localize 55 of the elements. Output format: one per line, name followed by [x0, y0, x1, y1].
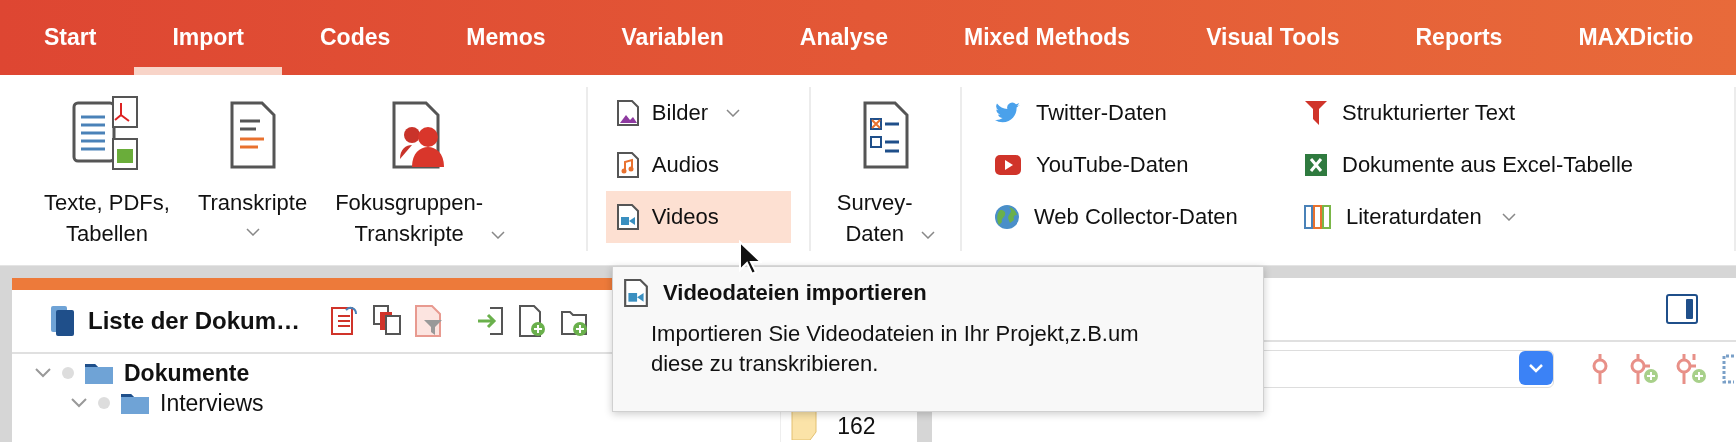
chevron-icon [1528, 363, 1544, 373]
memo-icon [791, 410, 818, 440]
import-source-button[interactable]: Dokumente aus Excel-Tabelle [1294, 139, 1734, 191]
import-source-button[interactable]: Web Collector-Daten [984, 191, 1294, 243]
globe-icon [994, 204, 1020, 230]
import-button[interactable]: Texte, PDFs, Tabellen [40, 87, 174, 251]
folder-icon [120, 391, 150, 415]
spreadsheet-icon [1304, 153, 1328, 177]
survey-button[interactable]: Survey- Daten [832, 87, 939, 251]
tree-item[interactable]: Interviews [34, 388, 781, 418]
menu-tab[interactable]: Analyse [761, 0, 926, 75]
menu-tab[interactable]: Codes [281, 0, 429, 75]
books-icon [1304, 204, 1332, 230]
funnel-icon [1304, 99, 1328, 127]
tooltip-text: Importieren Sie Videodateien in Ihr Projekt,z.B.um diese zu transkribieren. [651, 320, 1140, 378]
panel-toggle-icon[interactable] [1666, 294, 1698, 324]
chevron-icon [920, 231, 935, 239]
menu-tab[interactable]: Import [134, 0, 282, 75]
folder-icon [84, 361, 114, 385]
button-label: Fokusgruppen- Transkripte [335, 189, 484, 248]
filter-document-icon[interactable] [414, 304, 445, 338]
copy-icon[interactable] [372, 304, 403, 338]
play-icon [994, 154, 1022, 176]
video-file-icon [623, 277, 649, 309]
chevron-icon [491, 231, 506, 239]
documents-icon [50, 305, 76, 337]
media-button[interactable]: Audios [605, 139, 792, 191]
image-file-icon [615, 99, 640, 127]
import-source-button[interactable]: YouTube-Daten [984, 139, 1294, 191]
button-label: Transkripte [197, 189, 308, 217]
menu-tab[interactable]: Memos [428, 0, 584, 75]
chevron-icon [245, 228, 260, 236]
import-source-button[interactable]: Twitter-Daten [984, 87, 1294, 139]
audio-file-icon [615, 151, 640, 179]
panel-title: Liste der Dokum… [88, 307, 301, 335]
button-label: Survey- Daten [836, 189, 913, 248]
status-dot [62, 367, 74, 379]
selection-icon[interactable] [1722, 352, 1736, 386]
import-button[interactable]: Transkripte [193, 87, 312, 251]
bird-icon [994, 101, 1022, 125]
status-dot [98, 397, 110, 409]
import-button[interactable]: Fokusgruppen- Transkripte [331, 87, 510, 251]
chevron-icon [726, 109, 741, 117]
tooltip-title: Videodateien importieren [663, 280, 927, 306]
menu-tab[interactable]: Variablen [583, 0, 762, 75]
import-source-button[interactable]: Literaturdaten [1294, 191, 1734, 243]
menu-tab[interactable]: Mixed Methods [926, 0, 1169, 75]
import-source-button[interactable]: Strukturierter Text [1294, 87, 1734, 139]
menu-tab[interactable]: Start [6, 0, 135, 75]
video-file-icon [615, 203, 640, 231]
button-label: Texte, PDFs, Tabellen [44, 189, 170, 248]
media-button[interactable]: Bilder [605, 87, 792, 139]
chevron-icon [1501, 213, 1516, 221]
document-count: 162 [837, 413, 876, 440]
media-button[interactable]: Videos [605, 191, 792, 243]
